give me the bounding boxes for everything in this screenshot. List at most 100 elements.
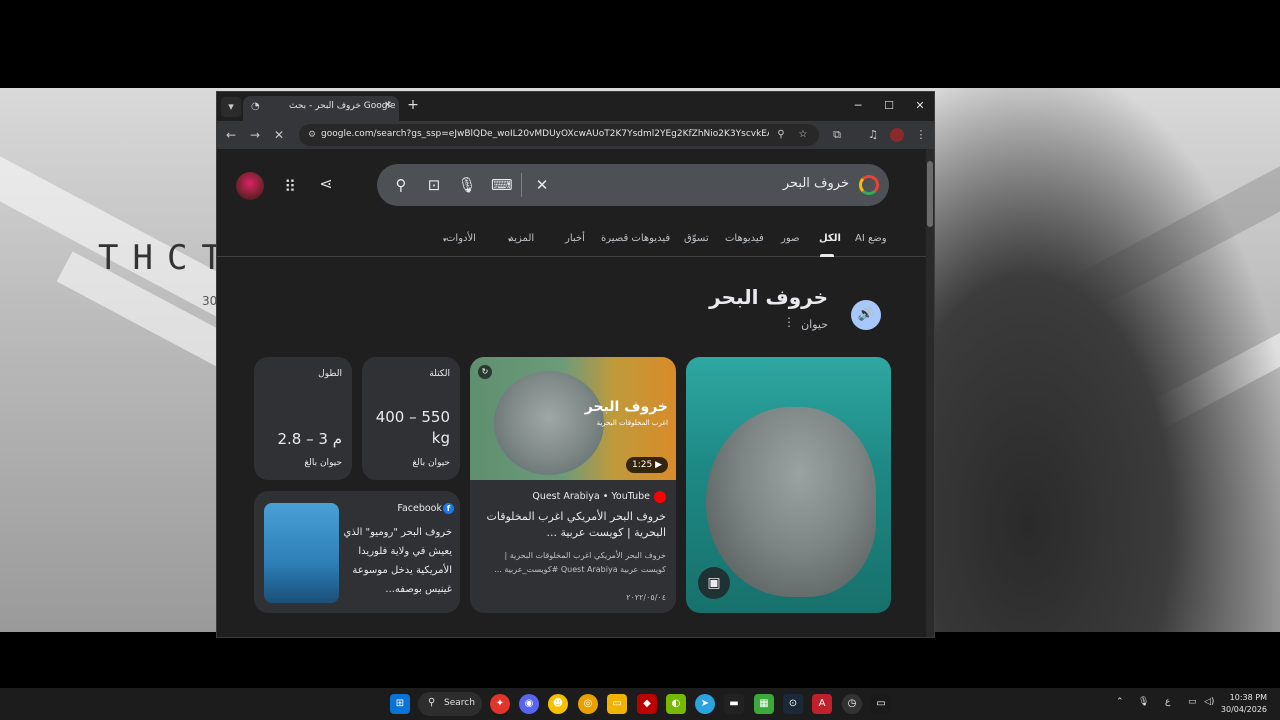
- microphone-tray-icon[interactable]: 🎙: [1138, 697, 1149, 707]
- search-box[interactable]: ⚲ ⊡ 🎙 ⌨ ✕ خروف البحر: [377, 164, 889, 206]
- facebook-post-text: خروف البحر "روميو" الذي يعيش في ولاية فل…: [343, 527, 452, 595]
- search-results-page: ⠿ ⋖ ⚲ ⊡ 🎙 ⌨ ✕ خروف البحر وضع AI الكل صور…: [217, 149, 928, 637]
- facebook-thumbnail: [264, 503, 339, 603]
- media-control-icon[interactable]: ♫: [863, 125, 883, 145]
- menu-icon[interactable]: ⋮: [911, 125, 931, 145]
- game-app-icon[interactable]: ◆: [637, 694, 657, 714]
- minecraft-icon[interactable]: ▦: [754, 694, 774, 714]
- video-thumb-title: خروف البحر: [584, 399, 668, 415]
- terminal-icon[interactable]: ▭: [871, 694, 891, 714]
- browser-window: ▾ ◔ خروف البحر - بحث Google ✕ + ─ ☐ ✕ ← …: [216, 91, 935, 638]
- address-bar[interactable]: ⚙ google.com/search?gs_ssp=eJwBlQDe_woIL…: [299, 124, 819, 146]
- adobe-icon[interactable]: A: [812, 694, 832, 714]
- taskbar-search[interactable]: ⚲ Search: [418, 692, 482, 716]
- clock-time[interactable]: 10:38 PM: [1230, 693, 1267, 702]
- maximize-button[interactable]: ☐: [878, 96, 900, 116]
- stat-label: الكتلة: [429, 369, 450, 379]
- tab-strip: ▾ ◔ خروف البحر - بحث Google ✕ + ─ ☐ ✕: [217, 92, 934, 121]
- chevron-down-icon: ▾: [443, 236, 447, 244]
- lens-icon[interactable]: ⊡: [424, 175, 444, 195]
- stat-card-length[interactable]: الطول 2.8 – 3 م حيوان بالغ: [254, 357, 352, 480]
- video-thumbnail[interactable]: خروف البحر اغرب المخلوقات البحرية 1:25 ▶…: [470, 357, 676, 480]
- stat-value: 2.8 – 3 م: [277, 430, 343, 448]
- stop-loading-button[interactable]: ✕: [269, 125, 289, 145]
- site-info-icon[interactable]: ⚙: [305, 128, 319, 142]
- video-duration-text: 1:25: [631, 460, 653, 470]
- new-tab-button[interactable]: +: [403, 95, 423, 115]
- video-thumb-subtitle: اغرب المخلوقات البحرية: [596, 419, 668, 427]
- nvidia-icon[interactable]: ◐: [666, 694, 686, 714]
- tab-shopping[interactable]: تسوّق: [684, 233, 709, 244]
- back-button[interactable]: ←: [221, 125, 241, 145]
- extensions-icon[interactable]: ⧉: [827, 125, 847, 145]
- more-options-icon[interactable]: ⋮: [783, 315, 795, 329]
- tab-tools[interactable]: الأدوات: [446, 233, 476, 244]
- tab-news[interactable]: أخبار: [565, 233, 585, 244]
- search-icon: ⚲: [428, 697, 436, 708]
- bookmark-star-icon[interactable]: ☆: [795, 127, 811, 143]
- google-apps-icon[interactable]: ⠿: [280, 177, 300, 197]
- search-icon[interactable]: ⚲: [391, 175, 411, 195]
- file-explorer-icon[interactable]: ▭: [607, 694, 627, 714]
- wallpaper-figure: [920, 88, 1280, 632]
- tab-images[interactable]: صور: [781, 233, 800, 244]
- search-input[interactable]: خروف البحر: [783, 176, 849, 191]
- url-text[interactable]: google.com/search?gs_ssp=eJwBlQDe_woIL20…: [321, 129, 769, 139]
- clock-app-icon[interactable]: ◷: [842, 694, 862, 714]
- clock-date[interactable]: 30/04/2026: [1221, 705, 1267, 714]
- close-tab-icon[interactable]: ✕: [381, 99, 395, 113]
- telegram-icon[interactable]: ➤: [695, 694, 715, 714]
- start-icon[interactable]: ⊞: [390, 694, 410, 714]
- manatee-photo: [706, 407, 876, 597]
- zoom-icon[interactable]: ⚲: [773, 127, 789, 143]
- entity-subtitle: حيوان: [801, 318, 828, 331]
- browser-toolbar: ← → ✕ ⚙ google.com/search?gs_ssp=eJwBlQD…: [217, 121, 934, 149]
- profile-avatar-icon[interactable]: [890, 128, 904, 142]
- clear-search-icon[interactable]: ✕: [532, 175, 552, 195]
- speaker-button[interactable]: 🔊: [851, 300, 881, 330]
- close-window-button[interactable]: ✕: [909, 96, 931, 116]
- facebook-card[interactable]: Facebook f خروف البحر "روميو" الذي يعيش …: [254, 491, 460, 613]
- media-app-icon[interactable]: ▬: [724, 694, 744, 714]
- app-icon[interactable]: ✦: [490, 694, 510, 714]
- network-icon[interactable]: ▭: [1188, 697, 1197, 707]
- video-snippet: خروف البحر الأمريكي اغرب المخلوقات البحر…: [494, 551, 666, 574]
- share-icon[interactable]: ⋖: [316, 174, 336, 194]
- tab-short-videos[interactable]: فيديوهات قصيرة: [601, 233, 670, 244]
- tab-more[interactable]: المزيد: [509, 233, 534, 244]
- google-logo-icon: [859, 175, 879, 195]
- tab-ai-mode[interactable]: وضع AI: [855, 233, 887, 244]
- image-icon[interactable]: ▣: [698, 567, 730, 599]
- stat-card-mass[interactable]: الكتلة 400 – 550 kg حيوان بالغ: [362, 357, 460, 480]
- forward-button[interactable]: →: [245, 125, 265, 145]
- volume-icon[interactable]: ◁): [1204, 697, 1214, 707]
- keyboard-icon[interactable]: ⌨: [491, 175, 513, 195]
- tab-search-button[interactable]: ▾: [221, 97, 241, 117]
- account-avatar[interactable]: [236, 172, 264, 200]
- page-scrollbar[interactable]: [926, 149, 934, 637]
- input-language[interactable]: ع: [1165, 697, 1170, 707]
- scrollbar-thumb[interactable]: [927, 161, 933, 227]
- minimize-button[interactable]: ─: [847, 96, 869, 116]
- search-divider: [521, 173, 522, 197]
- microphone-icon[interactable]: 🎙: [457, 175, 477, 195]
- steam-icon[interactable]: ⊙: [783, 694, 803, 714]
- tab-title: خروف البحر - بحث Google: [289, 101, 396, 111]
- discord-icon[interactable]: ◉: [519, 694, 539, 714]
- wallpaper-subtext: 30: [202, 294, 218, 308]
- tab-google-search[interactable]: ◔ خروف البحر - بحث Google ✕: [243, 96, 399, 121]
- manatee-image[interactable]: ▣: [686, 357, 891, 613]
- facebook-source: Facebook: [397, 503, 442, 514]
- tab-all[interactable]: الكل: [819, 233, 841, 244]
- video-date: ٢٠٢٢/٠٥/٠٤: [626, 593, 666, 602]
- youtube-icon: [654, 491, 666, 503]
- chrome-icon[interactable]: ◎: [578, 694, 598, 714]
- loading-icon: ◔: [251, 101, 260, 112]
- tray-overflow-icon[interactable]: ⌃: [1116, 697, 1124, 707]
- video-title[interactable]: خروف البحر الأمريكي اغرب المخلوقات البحر…: [480, 509, 666, 541]
- chat-app-icon[interactable]: ☻: [548, 694, 568, 714]
- tab-videos[interactable]: فيديوهات: [725, 233, 764, 244]
- entity-title: خروف البحر: [709, 285, 828, 309]
- video-card[interactable]: خروف البحر اغرب المخلوقات البحرية 1:25 ▶…: [470, 357, 676, 613]
- active-tab-indicator: [820, 254, 834, 257]
